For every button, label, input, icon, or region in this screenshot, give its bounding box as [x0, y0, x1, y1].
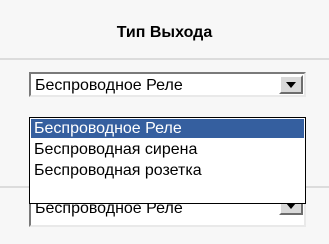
- output-type-dropdown-list: Беспроводное Реле Беспроводная сирена Бе…: [29, 117, 306, 204]
- output-type-header: Тип Выхода: [116, 24, 213, 41]
- chevron-down-icon: [286, 82, 296, 88]
- header-divider: [0, 58, 329, 60]
- output-type-panel: Тип Выхода Беспроводное Реле Беспроводно…: [0, 0, 329, 244]
- dropdown-option-wireless-siren[interactable]: Беспроводная сирена: [31, 140, 304, 159]
- dropdown-option-wireless-relay[interactable]: Беспроводное Реле: [31, 119, 304, 138]
- dropdown-option-wireless-socket[interactable]: Беспроводная розетка: [31, 161, 304, 180]
- output-type-select-row2[interactable]: Беспроводное Реле: [29, 196, 306, 227]
- output-type-select-value: Беспроводное Реле: [35, 77, 183, 94]
- output-type-select[interactable]: Беспроводное Реле: [29, 72, 306, 97]
- dropdown-button[interactable]: [279, 75, 303, 94]
